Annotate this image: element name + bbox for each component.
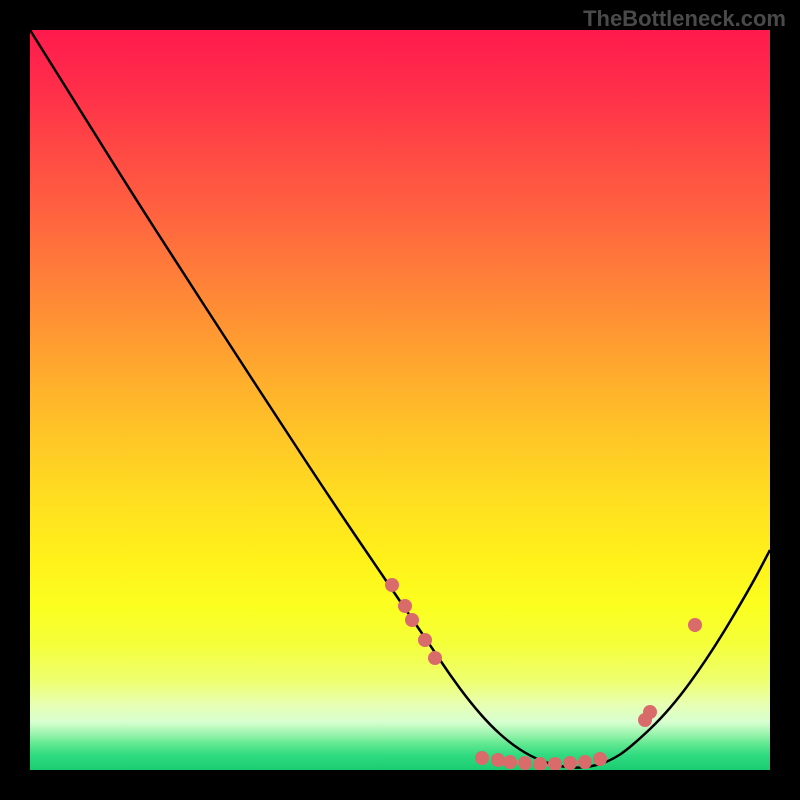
data-point-marker [578,755,592,769]
chart-gradient-background [30,30,770,770]
data-point-marker [398,599,412,613]
data-point-marker [643,705,657,719]
watermark-text: TheBottleneck.com [583,6,786,32]
data-point-marker [503,755,517,769]
data-point-marker [688,618,702,632]
data-point-marker [475,751,489,765]
data-point-marker [385,578,399,592]
data-point-marker [405,613,419,627]
data-point-marker [593,752,607,766]
data-markers [385,578,702,770]
data-point-marker [418,633,432,647]
data-point-marker [518,756,532,770]
chart-svg [30,30,770,770]
data-point-marker [428,651,442,665]
data-point-marker [563,756,577,770]
data-point-marker [548,757,562,770]
bottleneck-curve-line [30,30,770,768]
data-point-marker [491,753,505,767]
